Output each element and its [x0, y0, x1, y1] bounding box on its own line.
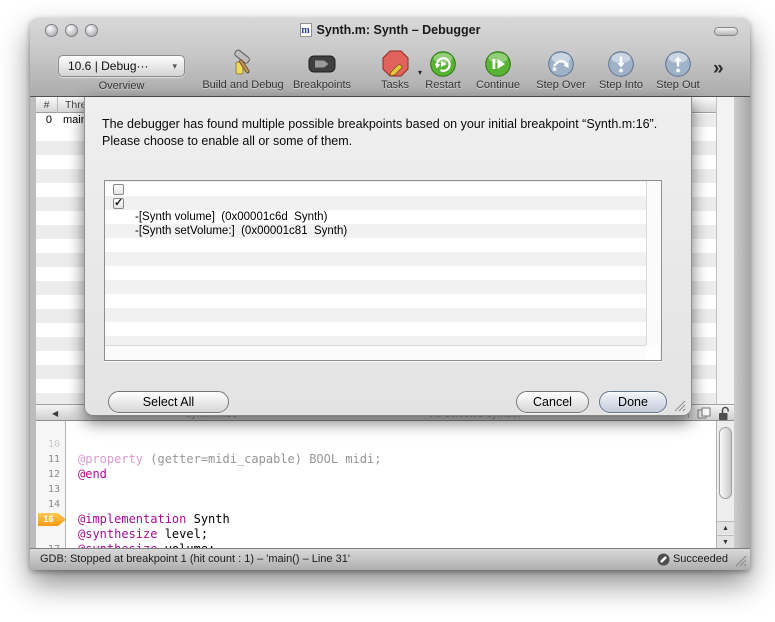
list-horizontal-scrollbar[interactable]	[105, 345, 646, 360]
continue-circle-icon	[484, 50, 512, 78]
sheet-message: The debugger has found multiple possible…	[102, 116, 680, 151]
window-chrome: m Synth.m: Synth – Debugger 10.6 | Debug…	[30, 18, 750, 97]
breakpoint-tag-icon	[307, 52, 337, 76]
code-line: 10 @property (getter=midi_capable) BOOL …	[36, 422, 696, 437]
tasks-button[interactable]: ▾ Tasks	[372, 48, 418, 94]
code-line: 13	[36, 467, 696, 482]
breakpoint-label: -[Synth volume] (0x00001c6d Synth)	[135, 210, 327, 224]
chevron-down-icon: ▾	[172, 56, 177, 76]
code-line: 14 @implementation Synth	[36, 482, 696, 497]
restart-label: Restart	[418, 79, 468, 91]
restart-button[interactable]: Restart	[418, 48, 468, 94]
breakpoint-row[interactable]: -[Synth volume] (0x00001c6d Synth)	[105, 182, 646, 196]
checkmark-icon: ✓	[114, 196, 123, 210]
overview-popup[interactable]: 10.6 | Debug··· ▾	[58, 55, 185, 77]
document-proxy-icon[interactable]: m	[300, 23, 312, 37]
overview-label: Overview	[58, 80, 185, 92]
breakpoints-label: Breakpoints	[285, 79, 359, 91]
checkbox-checked[interactable]: ✓	[113, 198, 124, 209]
breakpoint-rows: -[Synth volume] (0x00001c6d Synth) ✓ -[S…	[105, 181, 646, 345]
breakpoint-list: -[Synth volume] (0x00001c6d Synth) ✓ -[S…	[104, 180, 662, 361]
step-out-button[interactable]: Step Out	[650, 48, 706, 94]
continue-label: Continue	[470, 79, 526, 91]
sheet-resize-grip-icon[interactable]	[674, 400, 686, 412]
resize-grip-icon[interactable]	[735, 555, 747, 567]
counterparts-icon[interactable]	[697, 407, 711, 419]
breakpoints-button[interactable]: Breakpoints	[285, 48, 359, 94]
step-into-label: Step Into	[592, 79, 650, 91]
cancel-button[interactable]: Cancel	[516, 391, 589, 413]
gdb-status-message: GDB: Stopped at breakpoint 1 (hit count …	[40, 549, 350, 570]
stop-octagon-pencil-icon	[379, 49, 411, 79]
step-over-button[interactable]: Step Over	[530, 48, 592, 94]
breakpoint-row[interactable]: ✓ -[Synth setVolume:] (0x00001c81 Synth)	[105, 196, 646, 210]
code-line: 15 @synthesize level;	[36, 497, 696, 512]
status-bar: GDB: Stopped at breakpoint 1 (hit count …	[30, 548, 750, 570]
scroll-up-button[interactable]: ▲	[717, 521, 734, 534]
nav-back-icon[interactable]: ◀	[52, 409, 58, 418]
restart-circle-icon	[429, 50, 457, 78]
step-over-circle-icon	[547, 50, 575, 78]
done-button[interactable]: Done	[599, 391, 667, 413]
scrollbar-thumb[interactable]	[719, 427, 732, 499]
editor-scrollbar[interactable]: ▲ ▼	[716, 421, 734, 548]
unlock-icon[interactable]	[717, 406, 730, 421]
scroll-down-button[interactable]: ▼	[717, 535, 734, 548]
thread-number: 0	[36, 113, 52, 127]
right-edge-strip	[734, 97, 750, 548]
breakpoint-label: -[Synth setVolume:] (0x00001c81 Synth)	[135, 224, 347, 238]
window-title-area: m Synth.m: Synth – Debugger	[30, 22, 750, 38]
build-succeeded-icon	[657, 553, 670, 566]
overview-popup-value: 10.6 | Debug···	[68, 59, 149, 73]
toolbar-overflow-chevron[interactable]: »	[713, 58, 724, 80]
threads-col-number[interactable]: #	[36, 97, 58, 113]
breakpoint-chooser-sheet: The debugger has found multiple possible…	[84, 97, 692, 416]
variables-scrollbar[interactable]	[716, 97, 734, 404]
window-title: Synth.m: Synth – Debugger	[317, 23, 481, 37]
build-and-debug-button[interactable]: Build and Debug	[193, 48, 293, 94]
step-out-label: Step Out	[650, 79, 706, 91]
code-line: 17 @synthesize midi;	[36, 527, 696, 542]
select-all-button[interactable]: Select All	[108, 391, 229, 413]
build-status-label: Succeeded	[673, 549, 728, 570]
tasks-label: Tasks	[372, 79, 418, 91]
debugger-window: m Synth.m: Synth – Debugger 10.6 | Debug…	[30, 18, 750, 570]
code-line: 12	[36, 452, 696, 467]
step-over-label: Step Over	[530, 79, 592, 91]
breakpoint-marker-icon[interactable]: 16	[38, 513, 66, 526]
continue-button[interactable]: Continue	[470, 48, 526, 94]
build-and-debug-label: Build and Debug	[193, 79, 293, 91]
hammer-icon	[228, 49, 258, 79]
checkbox-unchecked[interactable]	[113, 184, 124, 195]
code-line: 11 @end	[36, 437, 696, 452]
step-into-circle-icon	[607, 50, 635, 78]
list-vertical-scrollbar[interactable]	[646, 181, 661, 345]
code-line-breakpoint: 16 @synthesize volume;	[36, 512, 696, 527]
toolbar-toggle-button[interactable]	[714, 27, 738, 36]
build-status: Succeeded	[657, 549, 728, 570]
step-out-circle-icon	[664, 50, 692, 78]
step-into-button[interactable]: Step Into	[592, 48, 650, 94]
code-editor[interactable]: 10 @property (getter=midi_capable) BOOL …	[36, 421, 716, 548]
